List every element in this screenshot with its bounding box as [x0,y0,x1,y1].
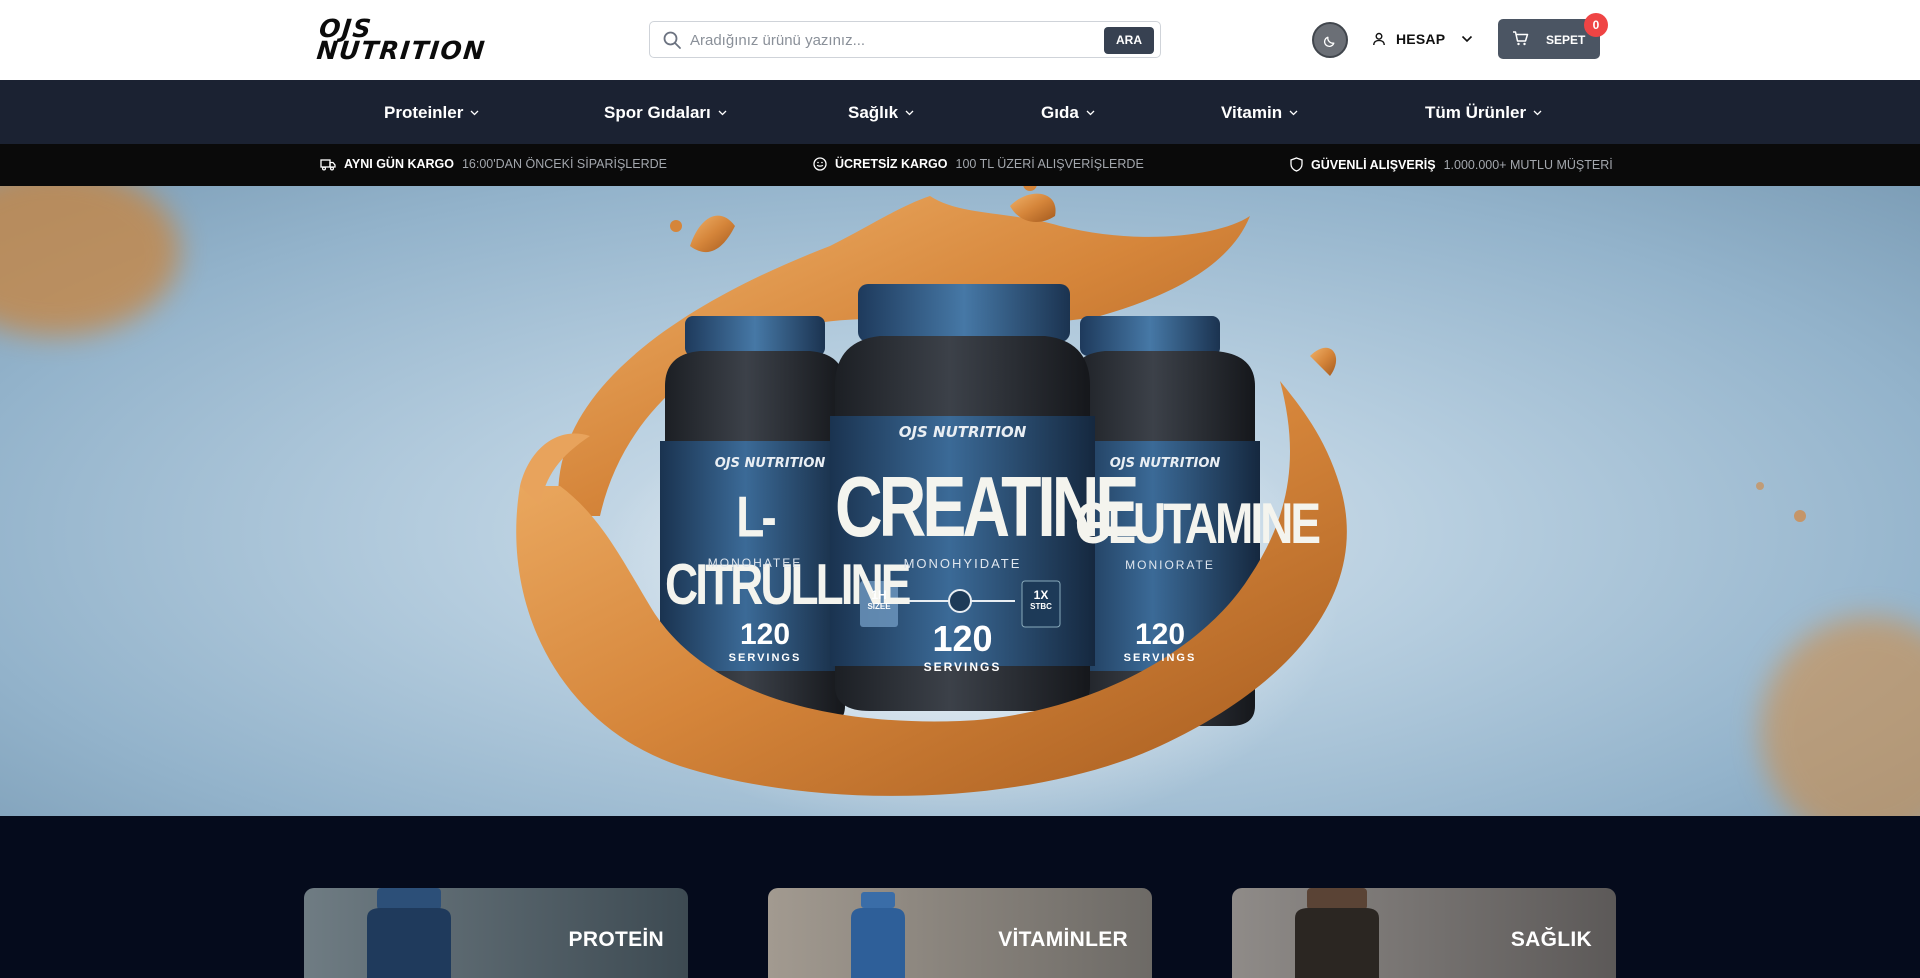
chevron-down-icon [718,110,727,116]
chevron-down-icon [470,110,479,116]
smile-icon [813,157,827,171]
nav-item-label: Spor Gıdaları [604,103,711,122]
search-button[interactable]: ARA [1104,27,1154,54]
nav-item-spor-gidalari[interactable]: Spor Gıdaları [604,102,727,124]
nav-item-proteinler[interactable]: Proteinler [384,102,479,124]
product-jar-image [1295,888,1379,978]
jar-product-sub: MONOHYIDATE [903,556,1022,571]
search-input[interactable]: Aradığınız ürünü yazınız... [690,32,865,49]
nav-item-saglik[interactable]: Sağlık [848,102,914,124]
category-card-protein[interactable]: PROTEİN [304,888,688,978]
account-label: HESAP [1396,31,1446,47]
info-title: ÜCRETSİZ KARGO [835,157,948,171]
info-subtitle: 100 TL ÜZERİ ALIŞVERİŞLERDE [955,157,1144,171]
shield-icon [1290,157,1303,172]
info-bar: AYNI GÜN KARGO 16:00'DAN ÖNCEKİ SİPARİŞL… [0,144,1920,186]
category-title: VİTAMİNLER [998,928,1128,951]
cart-count-badge: 0 [1584,13,1608,37]
jar-servings-count: 120 [1134,618,1186,651]
user-icon [1373,32,1385,46]
chevron-down-icon [905,110,914,116]
cart-icon [1513,31,1529,46]
info-secure-shopping: GÜVENLİ ALIŞVERİŞ 1.000.000+ MUTLU MÜŞTE… [1290,157,1613,172]
info-title: GÜVENLİ ALIŞVERİŞ [1311,157,1436,172]
main-navigation: Proteinler Spor Gıdaları Sağlık Gıda Vit… [0,80,1920,144]
nav-item-vitamin[interactable]: Vitamin [1221,102,1298,124]
jar-servings-label: SERVINGS [728,652,802,664]
chevron-down-icon [1462,35,1473,43]
brand-logo[interactable]: OJS NUTRITION [315,14,503,65]
category-card-saglik[interactable]: SAĞLIK [1232,888,1616,978]
jar-right-badge-bottom: STBC [1030,602,1052,611]
jar-product-sub: MONOHATEE [707,556,803,570]
chevron-down-icon [1533,110,1542,116]
category-title: PROTEİN [568,928,664,951]
nav-item-label: Sağlık [848,103,899,122]
jar-servings-label: SERVINGS [923,660,1002,674]
jar-servings-count: 120 [739,618,791,651]
search-icon [663,31,681,49]
jar-servings-label: SERVINGS [1123,652,1197,664]
jar-product-name: L-CITRULLINE [665,483,911,617]
category-title: SAĞLIK [1510,928,1592,951]
cart-button[interactable]: SEPET 0 [1498,13,1608,59]
cart-label: SEPET [1546,33,1586,47]
jar-left-badge-top: 1H [871,588,887,602]
jar-product-sub: MONIORATE [1125,558,1215,572]
jar-right-badge-top: 1X [1033,588,1049,602]
nav-item-label: Gıda [1041,103,1079,122]
chevron-down-icon [1289,110,1298,116]
nav-item-label: Tüm Ürünler [1425,103,1527,122]
theme-toggle-button[interactable] [1312,22,1348,58]
info-same-day-shipping: AYNI GÜN KARGO 16:00'DAN ÖNCEKİ SİPARİŞL… [320,157,667,171]
info-free-shipping: ÜCRETSİZ KARGO 100 TL ÜZERİ ALIŞVERİŞLER… [813,157,1144,171]
site-header: OJS NUTRITION Aradığınız ürünü yazınız..… [0,0,1920,80]
jar-left-badge-bottom: SIZEE [867,602,891,611]
jar-brand-label: OJS NUTRITION [714,456,826,471]
nav-item-tum-urunler[interactable]: Tüm Ürünler [1425,102,1542,124]
jar-product-name: CREATINE [835,457,1139,555]
category-card-vitaminler[interactable]: VİTAMİNLER [768,888,1152,978]
nav-item-label: Vitamin [1221,103,1283,122]
jar-right-badge: 1X STBC [1022,589,1060,613]
jar-brand-label: OJS NUTRITION [898,423,1027,441]
chevron-down-icon [1086,110,1095,116]
info-subtitle: 16:00'DAN ÖNCEKİ SİPARİŞLERDE [461,157,667,171]
jar-left-badge: 1H SIZEE [860,589,898,613]
product-jar-image [367,888,451,978]
logo-line-2: NUTRITION [315,36,488,65]
product-bottle-image [851,892,905,978]
moon-icon [1324,36,1335,47]
jar-servings-count: 120 [932,618,993,659]
info-title: AYNI GÜN KARGO [344,157,454,171]
truck-icon [320,158,336,171]
category-section: PROTEİN VİTAMİNLER SAĞLIK [0,816,1920,978]
search-bar[interactable]: Aradığınız ürünü yazınız... ARA [649,21,1161,58]
account-menu[interactable]: HESAP [1372,28,1473,50]
hero-banner[interactable]: OJS NUTRITION L-CITRULLINE MONOHATEE 120… [0,186,1920,816]
info-subtitle: 1.000.000+ MUTLU MÜŞTERİ [1443,157,1613,172]
nav-item-label: Proteinler [384,103,464,122]
nav-item-gida[interactable]: Gıda [1041,102,1095,124]
